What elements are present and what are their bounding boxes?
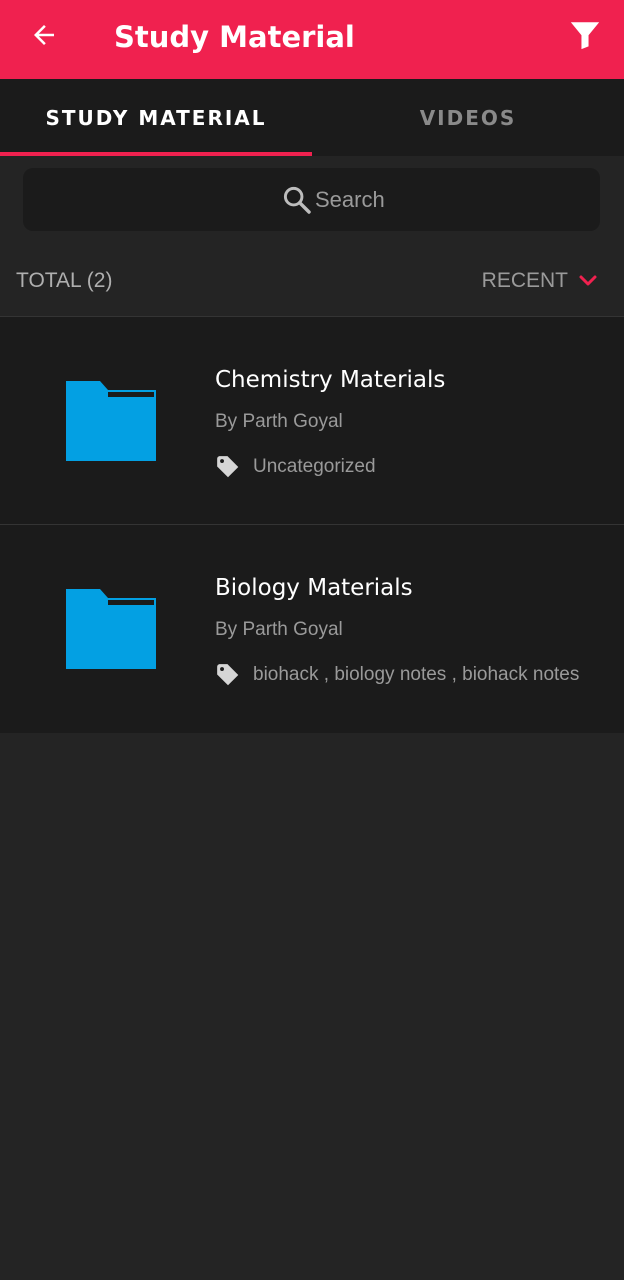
chevron-down-icon (579, 275, 597, 286)
tab-bar: STUDY MATERIAL VIDEOS (0, 79, 624, 156)
total-count: TOTAL (2) (16, 269, 113, 292)
tag-icon (217, 456, 239, 478)
tag-icon (217, 664, 239, 686)
folder-icon (66, 589, 156, 669)
arrow-left-icon (34, 25, 54, 45)
item-title: Biology Materials (215, 575, 413, 601)
item-author: By Parth Goyal (215, 411, 343, 432)
back-button[interactable] (24, 15, 64, 55)
active-tab-indicator (0, 152, 312, 156)
item-tags: Uncategorized (253, 456, 376, 477)
item-title: Chemistry Materials (215, 367, 446, 393)
search-input[interactable] (313, 178, 575, 222)
item-tags: biohack , biology notes , biohack notes (253, 664, 580, 685)
app-bar: Study Material (0, 0, 624, 79)
tab-study-material[interactable]: STUDY MATERIAL (0, 79, 312, 156)
search-icon (283, 186, 311, 214)
filter-icon (570, 22, 600, 50)
list-item[interactable]: Chemistry Materials By Parth Goyal Uncat… (0, 317, 624, 525)
sort-dropdown[interactable]: RECENT (482, 267, 598, 295)
sort-label: RECENT (481, 269, 568, 292)
list-item[interactable]: Biology Materials By Parth Goyal biohack… (0, 525, 624, 733)
app-root: Study Material STUDY MATERIAL VIDEOS TOT… (0, 0, 624, 1280)
list-summary-row: TOTAL (2) RECENT (0, 250, 624, 312)
tab-videos[interactable]: VIDEOS (312, 79, 624, 156)
page-title: Study Material (114, 20, 355, 54)
folder-icon (66, 381, 156, 461)
search-bar[interactable] (23, 168, 600, 231)
item-author: By Parth Goyal (215, 619, 343, 640)
filter-button[interactable] (564, 14, 606, 56)
